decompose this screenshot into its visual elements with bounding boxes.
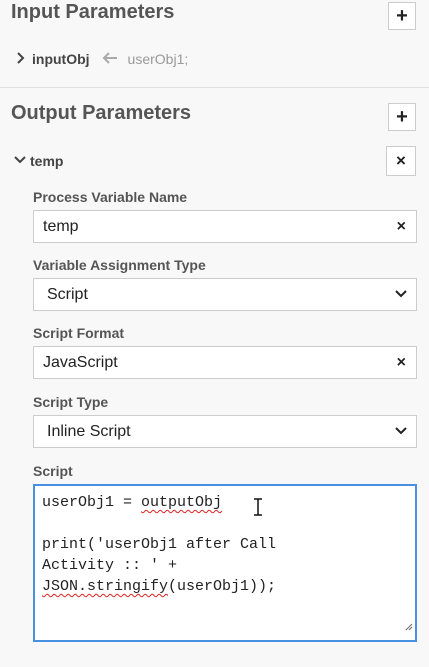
- text-cursor-icon: [253, 498, 263, 523]
- script-line-4: Activity :: ' +: [42, 557, 178, 574]
- clear-script-format-button[interactable]: ×: [397, 354, 406, 372]
- script-line-5-rest: (userObj1));: [168, 578, 277, 595]
- script-textarea[interactable]: userObj1 = outputObj ​ print('userObj1 a…: [33, 484, 417, 642]
- output-parameter-name: temp: [30, 153, 64, 169]
- resize-handle-icon[interactable]: [403, 617, 413, 638]
- script-type-value: Inline Script: [47, 422, 131, 440]
- remove-output-parameter-button[interactable]: ×: [386, 146, 416, 176]
- input-parameters-title: Input Parameters: [11, 1, 175, 23]
- process-variable-name-input[interactable]: temp ×: [33, 210, 417, 243]
- script-type-label: Script Type: [33, 394, 109, 410]
- process-variable-name-value: temp: [43, 217, 79, 235]
- script-type-select[interactable]: Inline Script: [33, 415, 417, 448]
- script-line-5: JSON.stringify(userObj1));: [42, 576, 408, 597]
- arrow-left-icon: [102, 51, 118, 67]
- properties-panel: Input Parameters + inputObj userObj1; Ou…: [0, 0, 429, 667]
- output-parameter-row[interactable]: temp: [14, 153, 63, 169]
- script-line-3: print('userObj1 after Call: [42, 536, 277, 553]
- add-input-parameter-button[interactable]: +: [388, 2, 416, 30]
- input-parameter-row[interactable]: inputObj userObj1;: [16, 51, 188, 67]
- dropdown-chevron-icon: [394, 287, 408, 306]
- input-parameter-name: inputObj: [32, 51, 90, 67]
- script-label: Script: [33, 463, 73, 479]
- script-line-2: ​: [42, 513, 408, 534]
- script-format-label: Script Format: [33, 325, 125, 341]
- script-line-5-word: JSON.stringify: [42, 578, 169, 595]
- variable-assignment-type-value: Script: [47, 285, 88, 303]
- script-line-1: userObj1 = outputObj: [42, 492, 408, 513]
- script-format-value: JavaScript: [43, 353, 118, 371]
- dropdown-chevron-icon: [394, 424, 408, 443]
- process-variable-name-label: Process Variable Name: [33, 189, 188, 205]
- script-line-1-prefix: userObj1 =: [42, 494, 142, 511]
- chevron-down-icon[interactable]: [14, 154, 30, 168]
- variable-assignment-type-select[interactable]: Script: [33, 278, 417, 311]
- clear-process-variable-name-button[interactable]: ×: [397, 218, 406, 236]
- script-format-input[interactable]: JavaScript ×: [33, 346, 417, 379]
- chevron-right-icon[interactable]: [16, 51, 32, 67]
- add-output-parameter-button[interactable]: +: [388, 103, 416, 131]
- input-parameter-value: userObj1;: [127, 51, 189, 67]
- script-line-1-word: outputObj: [141, 494, 223, 511]
- output-parameters-title: Output Parameters: [11, 102, 192, 124]
- variable-assignment-type-label: Variable Assignment Type: [33, 257, 206, 273]
- section-divider: [0, 87, 429, 88]
